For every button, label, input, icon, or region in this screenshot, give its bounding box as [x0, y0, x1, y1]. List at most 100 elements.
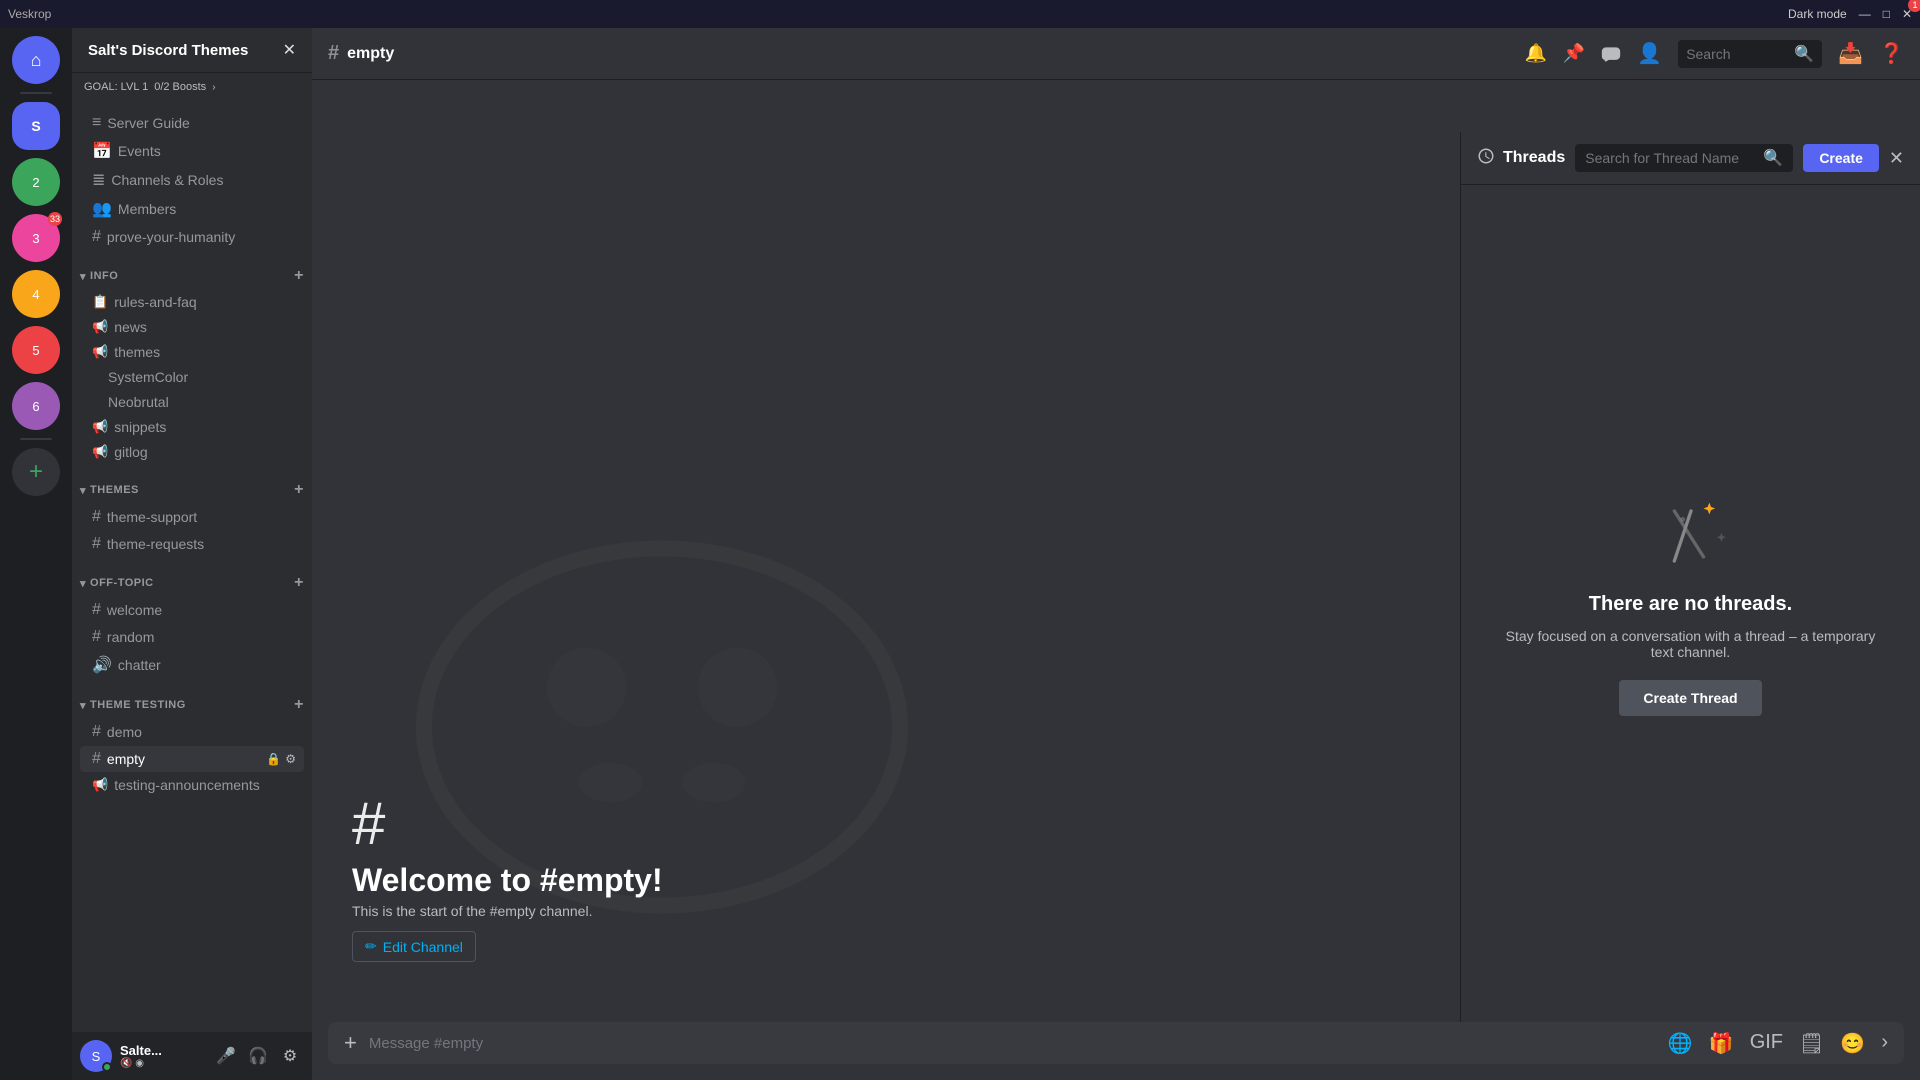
user-name: Salte...: [120, 1043, 204, 1058]
server-icon-discord[interactable]: ⌂: [12, 36, 60, 84]
expand-icon[interactable]: ›: [1881, 1031, 1888, 1056]
sticker-icon[interactable]: 🗒: [1799, 1031, 1824, 1056]
dark-mode-label[interactable]: Dark mode: [1788, 7, 1847, 21]
minimize-btn[interactable]: —: [1859, 7, 1871, 21]
subchannel-systemcolor-label: SystemColor: [108, 369, 188, 385]
subchannel-neobrutal-label: Neobrutal: [108, 394, 169, 410]
category-chevron-off-topic: ▾: [80, 577, 86, 590]
threads-create-btn[interactable]: Create: [1803, 144, 1879, 172]
category-off-topic[interactable]: ▾ OFF-TOPIC +: [72, 558, 312, 596]
emoji-icon[interactable]: 😊: [1840, 1031, 1865, 1056]
channel-item-themes[interactable]: 📢 themes: [80, 340, 304, 364]
welcome-icon: #: [92, 601, 101, 619]
category-info[interactable]: ▾ INFO +: [72, 251, 312, 289]
members-label: Members: [118, 201, 176, 217]
channel-item-snippets[interactable]: 📢 snippets: [80, 415, 304, 439]
create-thread-btn[interactable]: Create Thread: [1619, 680, 1761, 716]
message-add-icon[interactable]: +: [344, 1030, 357, 1056]
server-guide-label: Server Guide: [107, 115, 189, 131]
help-icon[interactable]: ❓: [1879, 41, 1904, 66]
mic-btn[interactable]: 🎤: [212, 1042, 240, 1070]
channel-item-theme-requests[interactable]: # theme-requests: [80, 531, 304, 557]
category-add-info[interactable]: +: [294, 267, 304, 285]
channel-item-empty[interactable]: # empty 🔒 ⚙: [80, 746, 304, 772]
server-list: ⌂ S 2 3 33 4 5 6 1 +: [0, 28, 72, 1080]
category-chevron-info: ▾: [80, 270, 86, 283]
server-icon-2[interactable]: 2: [12, 158, 60, 206]
channel-item-channels-roles[interactable]: ≣ Channels & Roles: [80, 166, 304, 194]
server-dropdown-icon[interactable]: ✕: [283, 40, 296, 60]
user-controls: 🎤 🎧 ⚙: [212, 1042, 304, 1070]
edit-channel-btn[interactable]: ✏ Edit Channel: [352, 931, 476, 962]
channel-item-rules-and-faq[interactable]: 📋 rules-and-faq: [80, 290, 304, 314]
notify-icon[interactable]: 🔔: [1524, 43, 1546, 64]
taskbar-right: Dark mode — □ ✕: [1788, 7, 1912, 21]
demo-icon: #: [92, 723, 101, 741]
search-input[interactable]: [1686, 46, 1786, 62]
category-chevron-theme-testing: ▾: [80, 699, 86, 712]
welcome-label: welcome: [107, 602, 162, 618]
pin-icon[interactable]: 📌: [1563, 43, 1585, 64]
gift-icon[interactable]: 🎁: [1709, 1031, 1734, 1056]
subchannel-neobrutal[interactable]: Neobrutal: [80, 390, 304, 414]
threads-search[interactable]: 🔍: [1575, 144, 1793, 172]
server-icon-4[interactable]: 4: [12, 270, 60, 318]
subchannel-systemcolor[interactable]: SystemColor: [80, 365, 304, 389]
channel-header-name: # empty: [328, 42, 394, 65]
category-add-off-topic[interactable]: +: [294, 574, 304, 592]
members-list-icon[interactable]: 👤: [1637, 41, 1662, 66]
channel-item-chatter[interactable]: 🔊 chatter: [80, 651, 304, 679]
headphones-btn[interactable]: 🎧: [244, 1042, 272, 1070]
channel-item-members[interactable]: 👥 Members: [80, 195, 304, 223]
category-add-themes[interactable]: +: [294, 481, 304, 499]
channel-item-gitlog[interactable]: 📢 gitlog: [80, 440, 304, 464]
server-separator-2: [20, 438, 52, 440]
boost-chevron: ›: [212, 82, 215, 93]
random-label: random: [107, 629, 154, 645]
message-bar: + 🌐 🎁 GIF 🗒 😊 ›: [312, 1022, 1920, 1080]
add-server-btn[interactable]: +: [12, 448, 60, 496]
welcome-description: This is the start of the #empty channel.: [352, 903, 663, 919]
edit-pencil-icon: ✏: [365, 938, 377, 955]
maximize-btn[interactable]: □: [1883, 7, 1890, 21]
news-label: news: [114, 319, 147, 335]
channel-item-welcome[interactable]: # welcome: [80, 597, 304, 623]
members-icon: 👥: [92, 199, 112, 219]
category-label-themes: THEMES: [90, 484, 139, 496]
channel-item-prove-your-humanity[interactable]: # prove-your-humanity: [80, 224, 304, 250]
channel-item-demo[interactable]: # demo: [80, 719, 304, 745]
sidebar-header[interactable]: Salt's Discord Themes ✕: [72, 28, 312, 73]
channel-item-theme-support[interactable]: # theme-support: [80, 504, 304, 530]
channels-roles-label: Channels & Roles: [111, 172, 223, 188]
channel-item-server-guide[interactable]: ≡ Server Guide: [80, 110, 304, 136]
hash-icon: #: [92, 228, 101, 246]
threads-close-icon[interactable]: ✕: [1889, 148, 1904, 169]
gif-icon[interactable]: GIF: [1750, 1031, 1783, 1056]
inbox-icon[interactable]: 📥: [1838, 41, 1863, 66]
server-icon-3[interactable]: 3 33: [12, 214, 60, 262]
empty-settings-icon[interactable]: ⚙: [285, 752, 296, 766]
channel-item-testing-announcements[interactable]: 📢 testing-announcements: [80, 773, 304, 797]
channel-item-events[interactable]: 📅 Events: [80, 137, 304, 165]
threads-search-input[interactable]: [1585, 150, 1757, 166]
user-info: Salte... 🔇 ◉: [120, 1043, 204, 1069]
settings-btn[interactable]: ⚙: [276, 1042, 304, 1070]
channel-item-news[interactable]: 📢 news: [80, 315, 304, 339]
server-icon-active[interactable]: S: [12, 102, 60, 150]
boost-count: 0/2 Boosts: [154, 81, 206, 93]
boost-bar[interactable]: GOAL: LVL 1 0/2 Boosts ›: [72, 73, 312, 101]
category-theme-testing[interactable]: ▾ THEME TESTING +: [72, 680, 312, 718]
server-icon-5[interactable]: 5: [12, 326, 60, 374]
translate-icon[interactable]: 🌐: [1668, 1031, 1693, 1056]
threads-icon[interactable]: [1601, 44, 1621, 64]
rules-label: rules-and-faq: [114, 294, 197, 310]
search-bar[interactable]: 🔍: [1678, 40, 1822, 68]
channel-list: ≡ Server Guide 📅 Events ≣ Channels & Rol…: [72, 101, 312, 1032]
server-icon-6[interactable]: 6 1: [12, 382, 60, 430]
channel-sidebar: Salt's Discord Themes ✕ GOAL: LVL 1 0/2 …: [72, 28, 312, 1080]
channel-item-random[interactable]: # random: [80, 624, 304, 650]
random-icon: #: [92, 628, 101, 646]
category-add-theme-testing[interactable]: +: [294, 696, 304, 714]
category-themes[interactable]: ▾ THEMES +: [72, 465, 312, 503]
message-input[interactable]: [369, 1035, 1656, 1052]
